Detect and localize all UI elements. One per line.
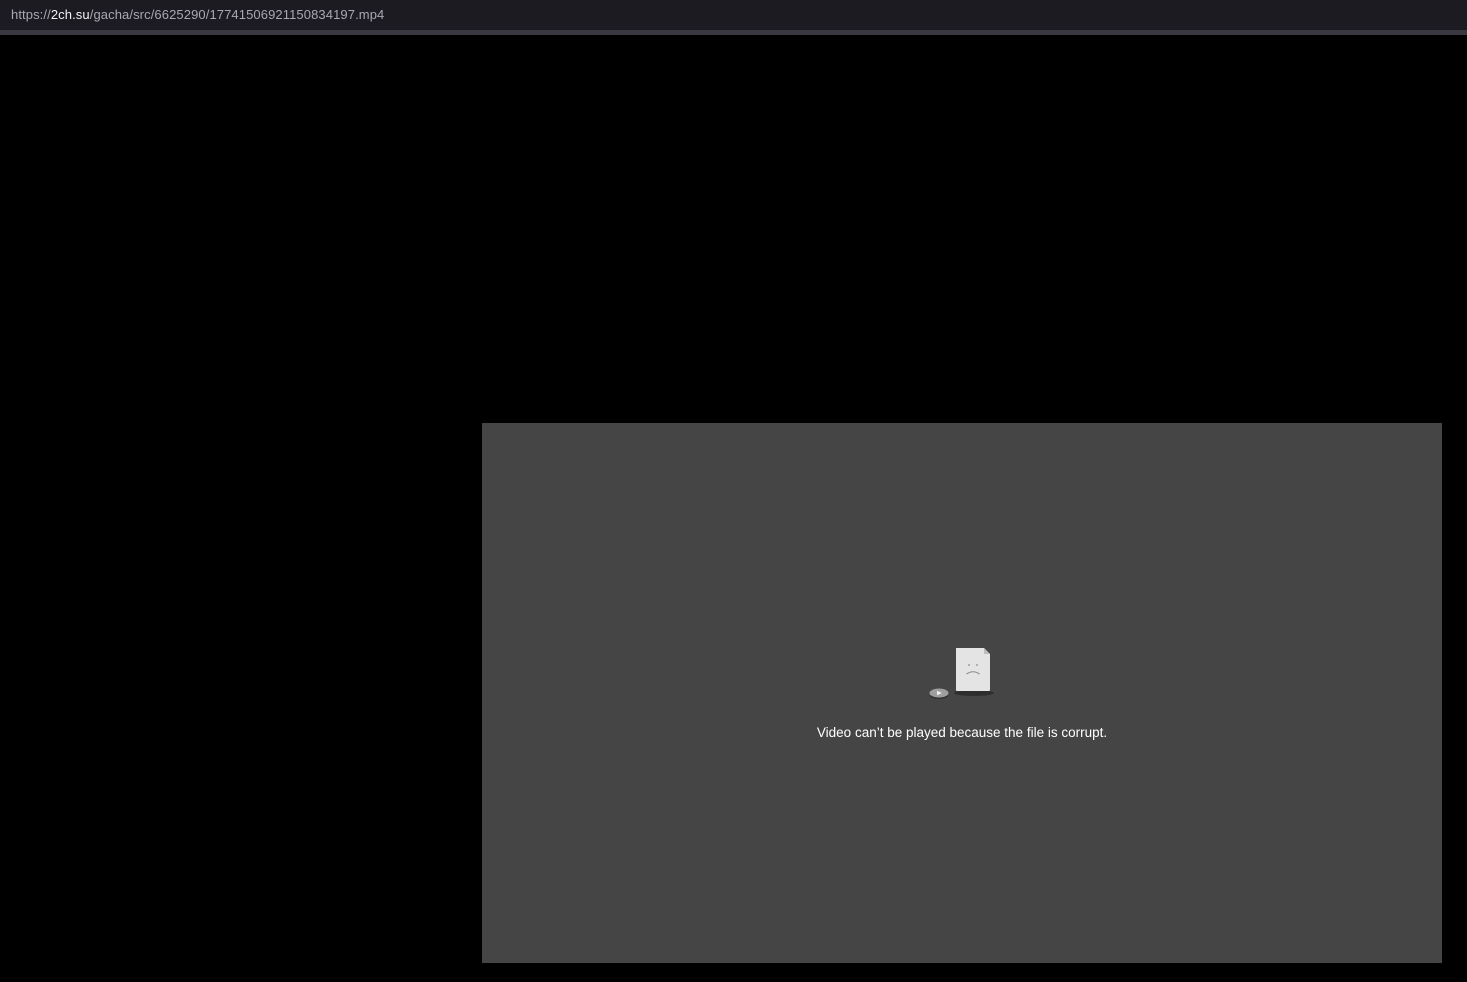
url-text[interactable]: https://2ch.su/gacha/src/6625290/1774150… [11, 7, 384, 23]
face-eye-right [976, 664, 978, 666]
address-bar[interactable]: https://2ch.su/gacha/src/6625290/1774150… [0, 0, 1467, 30]
url-path: /gacha/src/6625290/17741506921150834197.… [89, 7, 385, 22]
broken-file-icon [929, 648, 994, 699]
video-player[interactable]: Video can’t be played because the file i… [482, 423, 1442, 963]
file-sheet [956, 648, 990, 691]
file-corner [984, 648, 990, 654]
playback-error-message: Video can’t be played because the file i… [816, 725, 1108, 740]
url-scheme: https:// [11, 7, 51, 22]
face-eye-left [968, 664, 970, 666]
url-host: 2ch.su [50, 7, 90, 22]
